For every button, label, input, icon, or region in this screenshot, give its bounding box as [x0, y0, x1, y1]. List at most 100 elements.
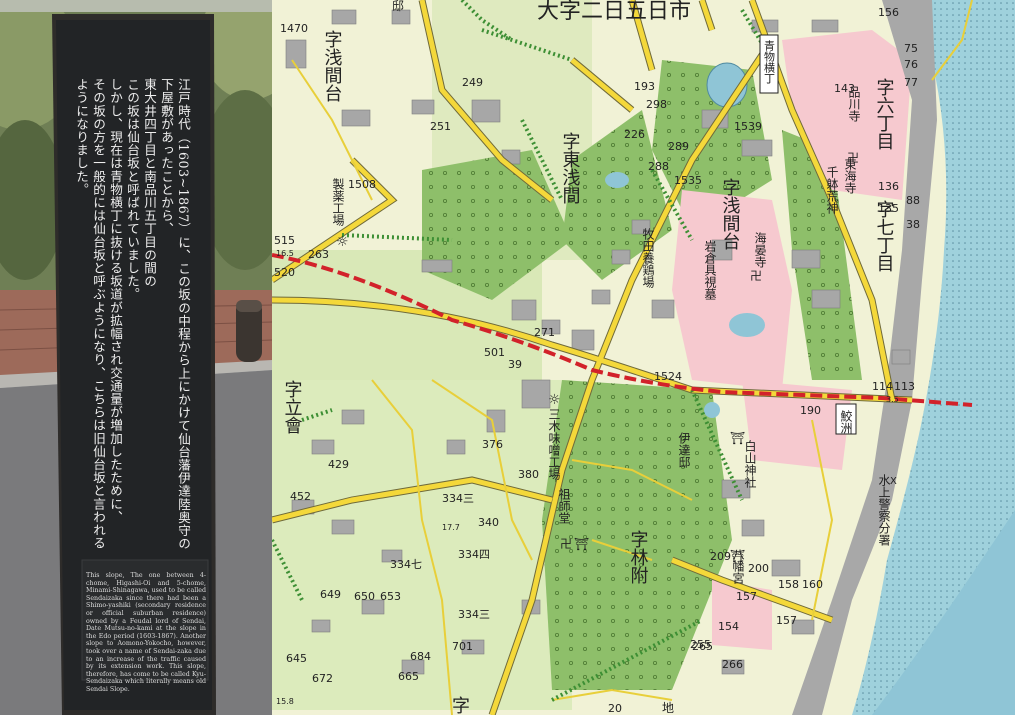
district-rokuchome: 字六丁目: [874, 78, 895, 150]
lot-number: 1524: [654, 370, 682, 383]
lot-number: 15.8: [276, 697, 294, 706]
lot-number: 645: [286, 652, 307, 665]
lot-number: 650: [354, 590, 375, 603]
map-pond-2: [605, 172, 629, 188]
lot-number: 684: [410, 650, 431, 663]
lot-number: 135: [878, 202, 899, 215]
place-seiyaku: 製薬工場: [331, 178, 345, 227]
temple-symbol: 卍: [560, 537, 572, 551]
shrine-gate-icon: ⛩: [574, 537, 589, 551]
police-symbol: X: [890, 476, 897, 487]
lot-number: 429: [328, 458, 349, 471]
lot-number: 200: [748, 562, 769, 575]
lot-number: 76: [904, 58, 918, 71]
lot-number: 251: [430, 120, 451, 133]
lot-number: 77: [904, 76, 918, 89]
lot-number: 452: [290, 490, 311, 503]
lot-number: 75: [904, 42, 918, 55]
place-suijo: 水上警察分署: [877, 474, 891, 547]
lot-number: 263: [308, 248, 329, 261]
lot-number: 136: [878, 180, 899, 193]
sign-jp-paragraph-3: しかし、現在は青物横丁に抜ける坂道が拡幅され交通量が増加したために、: [108, 78, 123, 524]
place-samezu: 鮫洲: [839, 409, 853, 434]
place-chi-bottom: 地: [662, 701, 674, 715]
lot-number: 88: [906, 194, 920, 207]
shrine-gate-icon: ⛩: [730, 431, 745, 445]
historic-map[interactable]: 大字二日五日市 字浅間台 字東浅間 字浅間台 字六丁目 字七丁目 字立會 字林附…: [272, 0, 1015, 715]
lot-number: 1535: [674, 174, 702, 187]
lot-number: 266: [722, 658, 743, 671]
lot-number: 334三: [458, 608, 490, 621]
lot-number: 20: [608, 702, 622, 715]
lot-number: 288: [648, 160, 669, 173]
lot-number: 38: [906, 218, 920, 231]
lot-number: 249: [462, 76, 483, 89]
lot-number: 271: [534, 326, 555, 339]
lot-number: 1539: [734, 120, 762, 133]
district-hayashifu: 字林附: [628, 530, 649, 584]
place-aza-bottom: 字: [452, 696, 470, 715]
lot-number: 158: [778, 578, 799, 591]
signpost-photo: 江戸時代（1603~1867）に、この坂の中程から上にかけて仙台藩伊達陸奥守の下…: [0, 0, 272, 715]
lot-number: 520: [274, 266, 295, 279]
lot-number: 265: [692, 640, 713, 653]
lot-number: 501: [484, 346, 505, 359]
temple-symbol: 卍: [750, 269, 762, 283]
district-higashi-asama: 字東浅間: [560, 132, 581, 205]
lot-number: 209: [710, 550, 731, 563]
lot-number: 17.7: [442, 523, 460, 532]
lot-number: 3.5: [886, 395, 899, 404]
place-aomono: 青物横丁: [763, 40, 776, 84]
place-senju: 千躰荒神: [825, 166, 839, 214]
map-pond-4: [704, 402, 720, 418]
sign-jp-note: 東大井四丁目と南品川五丁目の間の: [142, 78, 157, 288]
lot-number: 334三: [442, 492, 474, 505]
district-asamadai-c: 字浅間台: [720, 178, 741, 250]
sign-jp-paragraph-4: その坂の方を一般的には仙台坂と呼ぶようになり、こちらは旧仙台坂と言われるようにな…: [74, 78, 106, 550]
lot-number: 160: [802, 578, 823, 591]
factory-symbol: ☼: [336, 234, 349, 250]
lot-number: 649: [320, 588, 341, 601]
lot-number: 114: [872, 380, 893, 393]
lot-number: 154: [718, 620, 739, 633]
temple-symbol: 卍: [847, 151, 859, 165]
place-iwakura: 岩倉具視墓: [703, 239, 717, 300]
lot-number: 334七: [390, 558, 422, 571]
lot-number: 653: [380, 590, 401, 603]
place-miki: 三木味噌工場: [547, 408, 561, 481]
place-hakusan: 白山神社: [743, 439, 757, 488]
sign-jp-paragraph-2: この坂は仙台坂と呼ばれていました。: [125, 78, 140, 301]
lot-number: 289: [668, 140, 689, 153]
sign-english-text: This slope, The one between 4-chome, Hig…: [86, 572, 206, 693]
lot-number: 1508: [348, 178, 376, 191]
shrine-gate-icon: ⛩: [730, 549, 745, 563]
district-tachiai: 字立會: [282, 380, 303, 434]
lot-number: 340: [478, 516, 499, 529]
map-title: 大字二日五日市: [537, 0, 691, 24]
lot-number: 193: [634, 80, 655, 93]
lot-number: 16.5: [276, 249, 294, 258]
lot-number: 701: [452, 640, 473, 653]
district-asamadai-nw: 字浅間台: [322, 30, 343, 102]
map-canvas[interactable]: 大字二日五日市 字浅間台 字東浅間 字浅間台 字六丁目 字七丁目 字立會 字林附…: [272, 0, 1015, 715]
lot-number: 376: [482, 438, 503, 451]
map-pond-3: [729, 313, 765, 337]
lot-number: 298: [646, 98, 667, 111]
lot-number: 672: [312, 672, 333, 685]
lot-number: 39: [508, 358, 522, 371]
place-ro-top: 邸: [392, 0, 404, 13]
lot-number: 113: [894, 380, 915, 393]
lot-number: 157: [736, 590, 757, 603]
place-kaiun: 海晏寺: [753, 231, 767, 268]
lot-number: 380: [518, 468, 539, 481]
lot-number: 665: [398, 670, 419, 683]
place-bokuta: 牧田養鶏場: [641, 228, 655, 289]
factory-symbol: ☼: [548, 392, 561, 408]
place-soshido: 祖師堂: [557, 487, 571, 524]
lot-number: 226: [624, 128, 645, 141]
sign-japanese-text: 江戸時代（1603~1867）に、この坂の中程から上にかけて仙台藩伊達陸奥守の下…: [72, 78, 192, 558]
lot-number: 143: [834, 82, 855, 95]
lot-number: 515: [274, 234, 295, 247]
lot-number: 156: [878, 6, 899, 19]
place-date: 伊達邸: [677, 432, 691, 468]
